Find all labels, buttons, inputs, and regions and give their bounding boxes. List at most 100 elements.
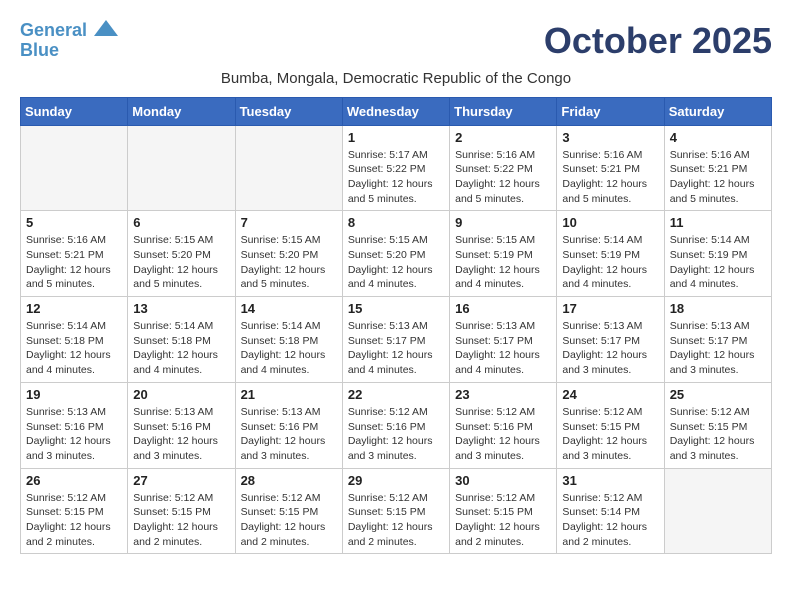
weekday-monday: Monday xyxy=(128,97,235,125)
day-info: Sunrise: 5:17 AM Sunset: 5:22 PM Dayligh… xyxy=(348,148,444,207)
day-number: 4 xyxy=(670,130,766,145)
calendar-cell: 10Sunrise: 5:14 AM Sunset: 5:19 PM Dayli… xyxy=(557,211,664,297)
day-info: Sunrise: 5:13 AM Sunset: 5:17 PM Dayligh… xyxy=(348,319,444,378)
day-number: 20 xyxy=(133,387,229,402)
logo-text: General Blue xyxy=(20,20,118,61)
weekday-friday: Friday xyxy=(557,97,664,125)
day-number: 26 xyxy=(26,473,122,488)
weekday-tuesday: Tuesday xyxy=(235,97,342,125)
logo: General Blue xyxy=(20,20,118,61)
calendar-cell: 17 Sunrise: 5:13 AM Sunset: 5:17 PM Dayli… xyxy=(557,297,664,383)
day-number: 27 xyxy=(133,473,229,488)
day-info: Sunrise: 5:12 AM Sunset: 5:15 PM Dayligh… xyxy=(562,405,658,464)
calendar-cell: 29 Sunrise: 5:12 AM Sunset: 5:15 PM Dayli… xyxy=(342,468,449,554)
calendar-cell: 18Sunrise: 5:13 AM Sunset: 5:17 PM Dayli… xyxy=(664,297,771,383)
day-info: Sunrise: 5:12 AM Sunset: 5:15 PM Dayligh… xyxy=(670,405,766,464)
day-number: 22 xyxy=(348,387,444,402)
weekday-thursday: Thursday xyxy=(450,97,557,125)
day-info: Sunrise: 5:13 AM Sunset: 5:17 PM Dayligh… xyxy=(562,319,658,378)
day-number: 29 xyxy=(348,473,444,488)
day-number: 13 xyxy=(133,301,229,316)
calendar-cell: 25Sunrise: 5:12 AM Sunset: 5:15 PM Dayli… xyxy=(664,382,771,468)
day-number: 16 xyxy=(455,301,551,316)
day-number: 12 xyxy=(26,301,122,316)
day-number: 17 xyxy=(562,301,658,316)
calendar: SundayMondayTuesdayWednesdayThursdayFrid… xyxy=(20,97,772,555)
day-info: Sunrise: 5:12 AM Sunset: 5:14 PM Dayligh… xyxy=(562,491,658,550)
day-number: 9 xyxy=(455,215,551,230)
calendar-cell: 4 Sunrise: 5:16 AM Sunset: 5:21 PM Daylig… xyxy=(664,125,771,211)
day-number: 11 xyxy=(670,215,766,230)
day-number: 2 xyxy=(455,130,551,145)
weekday-saturday: Saturday xyxy=(664,97,771,125)
week-row-2: 12 Sunrise: 5:14 AM Sunset: 5:18 PM Dayli… xyxy=(21,297,772,383)
day-number: 3 xyxy=(562,130,658,145)
calendar-cell: 20Sunrise: 5:13 AM Sunset: 5:16 PM Dayli… xyxy=(128,382,235,468)
day-number: 7 xyxy=(241,215,337,230)
calendar-cell: 22 Sunrise: 5:12 AM Sunset: 5:16 PM Dayli… xyxy=(342,382,449,468)
day-info: Sunrise: 5:16 AM Sunset: 5:21 PM Dayligh… xyxy=(670,148,766,207)
day-info: Sunrise: 5:15 AM Sunset: 5:20 PM Dayligh… xyxy=(348,233,444,292)
calendar-cell: 14 Sunrise: 5:14 AM Sunset: 5:18 PM Dayli… xyxy=(235,297,342,383)
day-info: Sunrise: 5:14 AM Sunset: 5:19 PM Dayligh… xyxy=(670,233,766,292)
calendar-cell xyxy=(21,125,128,211)
calendar-cell: 15 Sunrise: 5:13 AM Sunset: 5:17 PM Dayli… xyxy=(342,297,449,383)
day-number: 10 xyxy=(562,215,658,230)
week-row-3: 19Sunrise: 5:13 AM Sunset: 5:16 PM Dayli… xyxy=(21,382,772,468)
day-number: 30 xyxy=(455,473,551,488)
day-info: Sunrise: 5:12 AM Sunset: 5:15 PM Dayligh… xyxy=(26,491,122,550)
day-number: 23 xyxy=(455,387,551,402)
day-number: 21 xyxy=(241,387,337,402)
calendar-cell: 3 Sunrise: 5:16 AM Sunset: 5:21 PM Daylig… xyxy=(557,125,664,211)
day-info: Sunrise: 5:12 AM Sunset: 5:15 PM Dayligh… xyxy=(348,491,444,550)
calendar-cell: 26 Sunrise: 5:12 AM Sunset: 5:15 PM Dayli… xyxy=(21,468,128,554)
calendar-cell: 6 Sunrise: 5:15 AM Sunset: 5:20 PM Daylig… xyxy=(128,211,235,297)
day-info: Sunrise: 5:16 AM Sunset: 5:22 PM Dayligh… xyxy=(455,148,551,207)
calendar-cell: 19Sunrise: 5:13 AM Sunset: 5:16 PM Dayli… xyxy=(21,382,128,468)
day-info: Sunrise: 5:14 AM Sunset: 5:18 PM Dayligh… xyxy=(26,319,122,378)
day-info: Sunrise: 5:15 AM Sunset: 5:20 PM Dayligh… xyxy=(241,233,337,292)
week-row-0: 1Sunrise: 5:17 AM Sunset: 5:22 PM Daylig… xyxy=(21,125,772,211)
logo-general: General xyxy=(20,20,87,40)
day-info: Sunrise: 5:13 AM Sunset: 5:17 PM Dayligh… xyxy=(455,319,551,378)
calendar-cell: 11 Sunrise: 5:14 AM Sunset: 5:19 PM Dayli… xyxy=(664,211,771,297)
calendar-cell: 16 Sunrise: 5:13 AM Sunset: 5:17 PM Dayli… xyxy=(450,297,557,383)
day-info: Sunrise: 5:12 AM Sunset: 5:15 PM Dayligh… xyxy=(241,491,337,550)
day-info: Sunrise: 5:15 AM Sunset: 5:19 PM Dayligh… xyxy=(455,233,551,292)
calendar-cell xyxy=(664,468,771,554)
day-number: 5 xyxy=(26,215,122,230)
day-number: 14 xyxy=(241,301,337,316)
calendar-cell: 2 Sunrise: 5:16 AM Sunset: 5:22 PM Daylig… xyxy=(450,125,557,211)
calendar-cell: 1Sunrise: 5:17 AM Sunset: 5:22 PM Daylig… xyxy=(342,125,449,211)
calendar-cell: 9 Sunrise: 5:15 AM Sunset: 5:19 PM Daylig… xyxy=(450,211,557,297)
day-info: Sunrise: 5:16 AM Sunset: 5:21 PM Dayligh… xyxy=(26,233,122,292)
day-info: Sunrise: 5:16 AM Sunset: 5:21 PM Dayligh… xyxy=(562,148,658,207)
day-number: 18 xyxy=(670,301,766,316)
week-row-1: 5 Sunrise: 5:16 AM Sunset: 5:21 PM Daylig… xyxy=(21,211,772,297)
subtitle: Bumba, Mongala, Democratic Republic of t… xyxy=(20,70,772,87)
calendar-cell: 31 Sunrise: 5:12 AM Sunset: 5:14 PM Dayli… xyxy=(557,468,664,554)
logo-blue: Blue xyxy=(20,40,59,60)
day-info: Sunrise: 5:14 AM Sunset: 5:18 PM Dayligh… xyxy=(241,319,337,378)
day-number: 6 xyxy=(133,215,229,230)
calendar-cell: 28 Sunrise: 5:12 AM Sunset: 5:15 PM Dayli… xyxy=(235,468,342,554)
month-title: October 2025 xyxy=(544,20,772,62)
day-info: Sunrise: 5:12 AM Sunset: 5:15 PM Dayligh… xyxy=(133,491,229,550)
calendar-cell xyxy=(128,125,235,211)
calendar-cell: 21Sunrise: 5:13 AM Sunset: 5:16 PM Dayli… xyxy=(235,382,342,468)
calendar-cell: 8 Sunrise: 5:15 AM Sunset: 5:20 PM Daylig… xyxy=(342,211,449,297)
weekday-sunday: Sunday xyxy=(21,97,128,125)
day-info: Sunrise: 5:12 AM Sunset: 5:15 PM Dayligh… xyxy=(455,491,551,550)
calendar-cell: 23Sunrise: 5:12 AM Sunset: 5:16 PM Dayli… xyxy=(450,382,557,468)
week-row-4: 26 Sunrise: 5:12 AM Sunset: 5:15 PM Dayli… xyxy=(21,468,772,554)
day-number: 28 xyxy=(241,473,337,488)
weekday-wednesday: Wednesday xyxy=(342,97,449,125)
day-number: 8 xyxy=(348,215,444,230)
day-info: Sunrise: 5:12 AM Sunset: 5:16 PM Dayligh… xyxy=(348,405,444,464)
calendar-cell: 5 Sunrise: 5:16 AM Sunset: 5:21 PM Daylig… xyxy=(21,211,128,297)
day-number: 15 xyxy=(348,301,444,316)
day-number: 31 xyxy=(562,473,658,488)
day-info: Sunrise: 5:15 AM Sunset: 5:20 PM Dayligh… xyxy=(133,233,229,292)
logo-icon xyxy=(94,20,118,36)
weekday-header: SundayMondayTuesdayWednesdayThursdayFrid… xyxy=(21,97,772,125)
